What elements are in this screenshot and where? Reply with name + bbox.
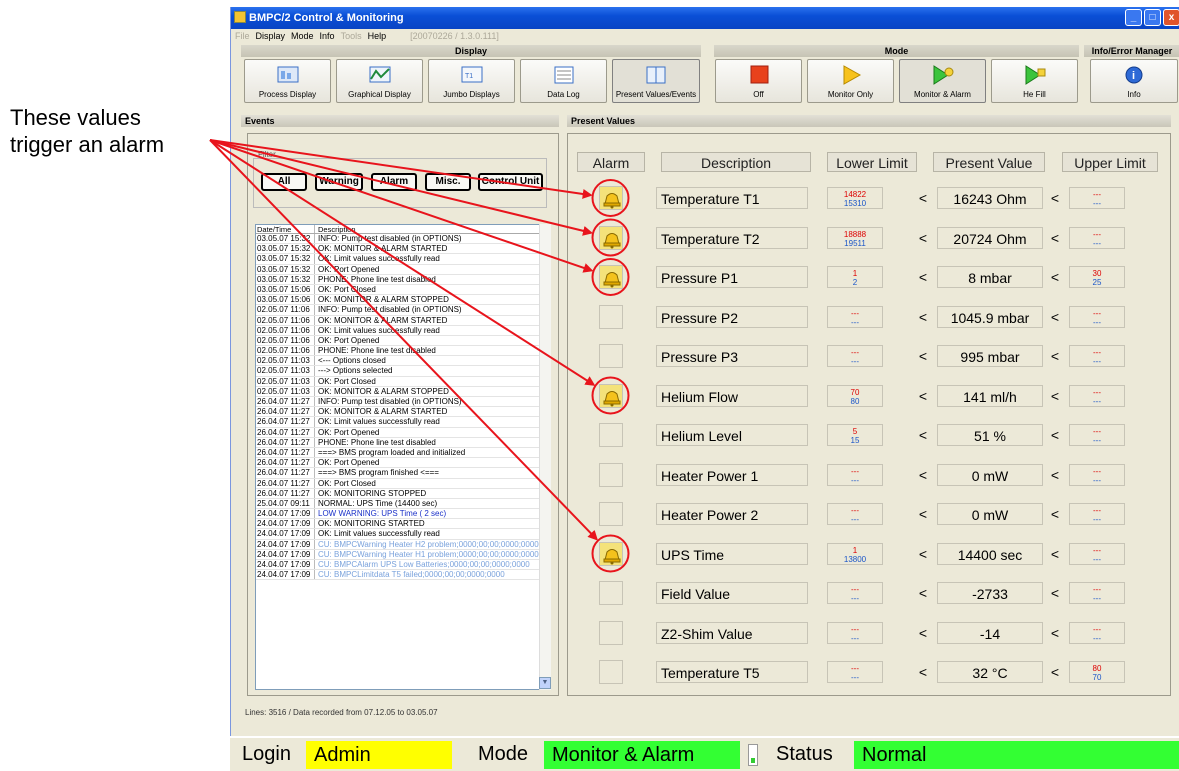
- alarm-highlight-circle: [591, 376, 630, 415]
- mode-indicator: [748, 744, 758, 766]
- annotation-arrow: [209, 139, 596, 386]
- alarm-highlight-circle: [591, 218, 630, 257]
- alarm-highlight-circle: [591, 179, 630, 217]
- login-label: Login: [242, 743, 291, 765]
- status-label: Status: [776, 743, 833, 765]
- mode-value: Monitor & Alarm: [544, 741, 740, 769]
- alarm-highlight-circle: [591, 258, 630, 296]
- annotation-arrow: [209, 139, 598, 541]
- annotation-overlay: [209, 139, 630, 573]
- annotation-arrow: [209, 139, 594, 273]
- login-value: Admin: [306, 741, 452, 769]
- mode-label: Mode: [478, 743, 529, 765]
- status-bar: Login Admin Mode Monitor & Alarm Status …: [230, 738, 1179, 771]
- status-value: Normal: [854, 741, 1179, 769]
- alarm-highlight-circle: [591, 534, 630, 573]
